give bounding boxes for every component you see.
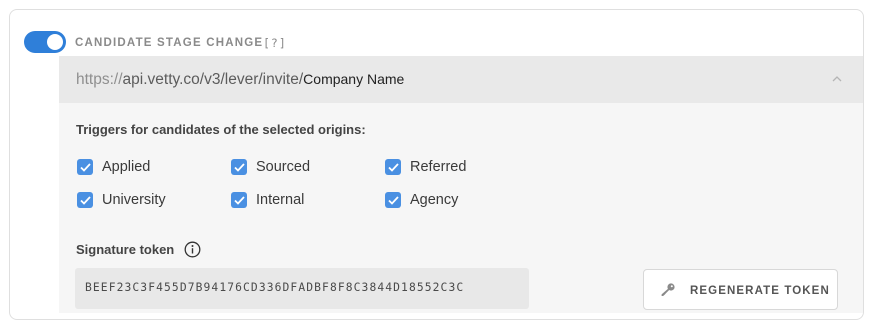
checkbox-checked-icon[interactable] [231,159,247,175]
origin-label: Sourced [256,159,311,175]
origin-applied[interactable]: Applied [77,158,150,176]
origin-label: Applied [102,159,151,175]
checkbox-checked-icon[interactable] [77,192,93,208]
signature-token-field[interactable]: BEEF23C3F455D7B94176CD336DFADBF8F8C3844D… [75,268,529,309]
key-icon [661,283,675,296]
origin-label: Internal [256,192,305,208]
regenerate-token-label: REGENERATE TOKEN [690,285,830,297]
section-title: CANDIDATE STAGE CHANGE [75,37,264,49]
triggers-label: Triggers for candidates of the selected … [76,122,366,137]
origin-label: University [102,192,166,208]
url-company: Company Name [303,71,405,87]
signature-token-label: Signature token [76,242,175,257]
url-protocol: https:// [76,71,123,88]
checkbox-checked-icon[interactable] [231,192,247,208]
checkbox-checked-icon[interactable] [385,159,401,175]
checkbox-checked-icon[interactable] [385,192,401,208]
origin-internal[interactable]: Internal [231,191,304,209]
origin-label: Agency [410,192,459,208]
signature-token-value: BEEF23C3F455D7B94176CD336DFADBF8F8C3844D… [85,281,465,294]
origin-referred[interactable]: Referred [385,158,466,176]
url-path: api.vetty.co/v3/lever/invite/ [122,71,304,88]
webhook-toggle[interactable] [24,31,66,53]
info-icon[interactable] [184,241,201,258]
origin-agency[interactable]: Agency [385,191,458,209]
checkbox-checked-icon[interactable] [77,159,93,175]
webhook-url: https://api.vetty.co/v3/lever/invite/Com… [76,70,404,89]
origin-sourced[interactable]: Sourced [231,158,310,176]
webhook-url-bar[interactable]: https://api.vetty.co/v3/lever/invite/Com… [59,56,863,103]
origin-label: Referred [410,159,467,175]
chevron-up-icon[interactable] [831,73,843,85]
help-link[interactable]: [?] [263,36,287,50]
toggle-knob [47,34,63,50]
regenerate-token-button[interactable]: REGENERATE TOKEN [643,269,838,310]
origin-university[interactable]: University [77,191,166,209]
